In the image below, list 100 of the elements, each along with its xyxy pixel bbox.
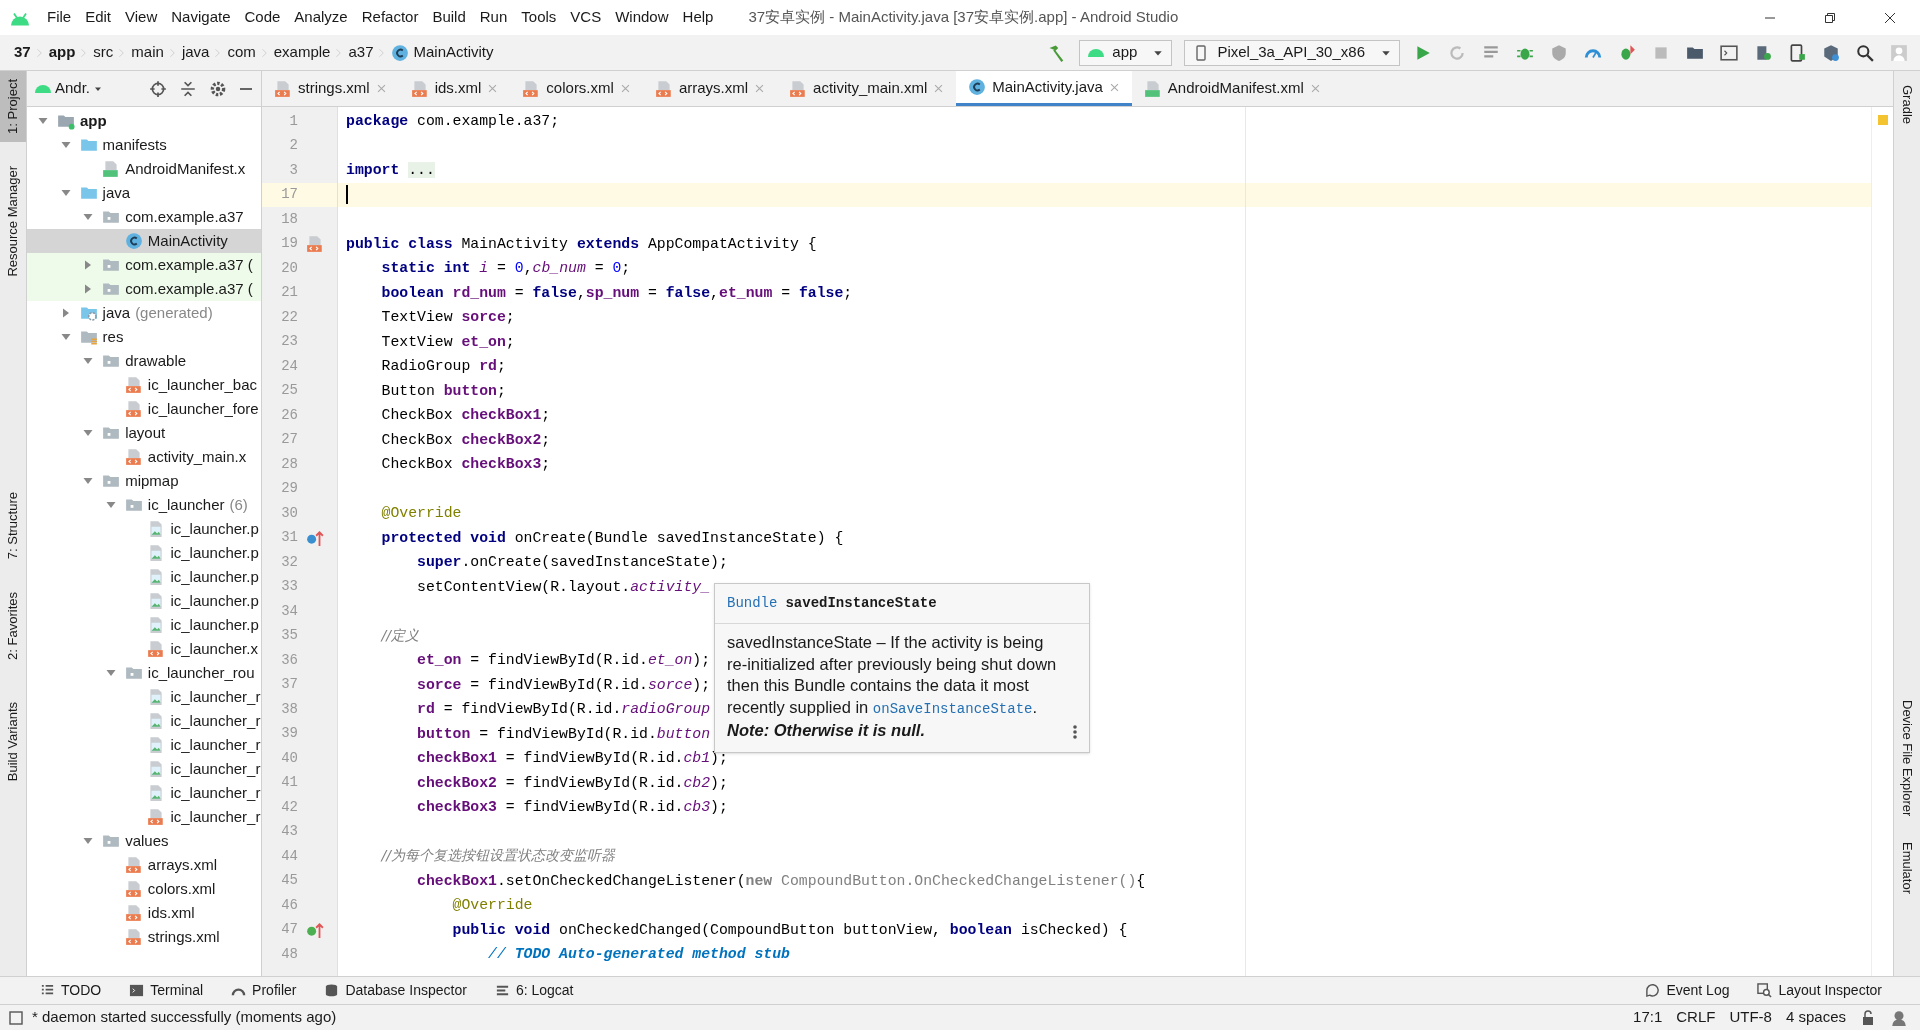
- tool-window-tab[interactable]: Emulator: [1894, 834, 1920, 903]
- tree-item[interactable]: ic_launcher_r: [27, 733, 261, 757]
- menu-item[interactable]: Analyze: [287, 6, 355, 29]
- tool-window-button[interactable]: Profiler: [217, 980, 311, 1001]
- editor-tab[interactable]: strings.xml: [262, 71, 399, 106]
- tool-window-tab[interactable]: Build Variants: [0, 693, 26, 789]
- tool-window-button[interactable]: Layout Inspector: [1743, 980, 1896, 1001]
- indent-setting[interactable]: 4 spaces: [1785, 1006, 1846, 1029]
- tree-item[interactable]: ic_launcher_r: [27, 805, 261, 829]
- tree-item-label: com.example.a37 (: [125, 254, 253, 275]
- breadcrumb[interactable]: MainActivity: [391, 41, 494, 64]
- code-line: public class MainActivity extends AppCompatActivity {: [346, 234, 817, 254]
- device-dropdown[interactable]: Pixel_3a_API_30_x86: [1184, 39, 1400, 66]
- file-encoding[interactable]: UTF-8: [1729, 1006, 1772, 1029]
- lines-icon: [494, 983, 510, 998]
- code-line: import ...: [346, 161, 435, 181]
- tool-window-button[interactable]: Terminal: [115, 980, 218, 1001]
- breadcrumb[interactable]: main: [131, 41, 164, 64]
- tool-window-tab[interactable]: 1: Project: [0, 71, 26, 142]
- breadcrumb[interactable]: com: [227, 41, 256, 64]
- project-view-dropdown[interactable]: Andr.: [35, 77, 103, 100]
- tool-window-button[interactable]: 6: Logcat: [480, 980, 588, 1001]
- tool-window-tab[interactable]: 7: Structure: [0, 484, 26, 568]
- tree-item[interactable]: ic_launcher (6): [27, 493, 261, 517]
- menu-item[interactable]: Code: [237, 6, 288, 29]
- caret-position[interactable]: 17:1: [1633, 1006, 1663, 1029]
- menu-item[interactable]: VCS: [563, 6, 609, 29]
- menu-item[interactable]: Refactor: [354, 6, 426, 29]
- editor-tab[interactable]: AndroidManifest.xml: [1131, 71, 1333, 106]
- tree-item[interactable]: strings.xml: [27, 925, 261, 949]
- tree-item[interactable]: ic_launcher.x: [27, 637, 261, 661]
- tree-item[interactable]: res: [27, 325, 261, 349]
- tool-window-button[interactable]: Event Log: [1631, 980, 1744, 1001]
- tree-item[interactable]: manifests: [27, 133, 261, 157]
- xml-file-icon: [410, 79, 429, 98]
- run-configuration-dropdown[interactable]: app: [1079, 39, 1173, 66]
- menu-item[interactable]: Edit: [78, 6, 119, 29]
- tree-item[interactable]: drawable: [27, 349, 261, 373]
- tree-item-label: java: [102, 182, 131, 203]
- breadcrumb[interactable]: app: [48, 41, 76, 64]
- line-number: 19: [280, 234, 298, 254]
- tree-item[interactable]: ic_launcher.p: [27, 565, 261, 589]
- tool-window-tab[interactable]: Resource Manager: [0, 157, 26, 285]
- tree-item[interactable]: activity_main.x: [27, 445, 261, 469]
- xml-file-icon: [124, 400, 143, 418]
- editor-tab[interactable]: MainActivity.java: [956, 71, 1132, 106]
- doc-link[interactable]: onSaveInstanceState: [872, 700, 1033, 717]
- tool-window-button[interactable]: TODO: [26, 980, 116, 1001]
- menu-item[interactable]: File: [40, 6, 79, 29]
- tree-item-label: com.example.a37: [125, 206, 244, 227]
- tree-item[interactable]: mipmap: [27, 469, 261, 493]
- tool-window-tab[interactable]: 2: Favorites: [0, 583, 26, 668]
- tree-item[interactable]: ic_launcher_r: [27, 757, 261, 781]
- editor-tab[interactable]: colors.xml: [510, 71, 643, 106]
- tree-item[interactable]: arrays.xml: [27, 853, 261, 877]
- tree-item[interactable]: colors.xml: [27, 877, 261, 901]
- tree-item[interactable]: ic_launcher_bac: [27, 373, 261, 397]
- tree-item[interactable]: ic_launcher.p: [27, 613, 261, 637]
- tree-item[interactable]: com.example.a37: [27, 205, 261, 229]
- tool-window-tab[interactable]: Device File Explorer: [1894, 692, 1920, 825]
- tree-item[interactable]: app: [27, 109, 261, 133]
- tree-item[interactable]: ic_launcher.p: [27, 589, 261, 613]
- tree-item[interactable]: AndroidManifest.x: [27, 157, 261, 181]
- tree-item[interactable]: ic_launcher_fore: [27, 397, 261, 421]
- tree-item[interactable]: java: [27, 181, 261, 205]
- tree-item[interactable]: ic_launcher_r: [27, 709, 261, 733]
- editor-tab[interactable]: activity_main.xml: [777, 71, 957, 106]
- tree-item[interactable]: MainActivity: [27, 229, 261, 253]
- tree-item[interactable]: com.example.a37 (: [27, 277, 261, 301]
- menu-item[interactable]: View: [118, 6, 165, 29]
- menu-item[interactable]: Run: [472, 6, 515, 29]
- tree-item[interactable]: values: [27, 829, 261, 853]
- breadcrumb[interactable]: src: [93, 41, 114, 64]
- tree-item[interactable]: ic_launcher_rou: [27, 661, 261, 685]
- line-separator[interactable]: CRLF: [1676, 1006, 1716, 1029]
- menu-item[interactable]: Build: [425, 6, 473, 29]
- tree-item[interactable]: ids.xml: [27, 901, 261, 925]
- tool-window-tab[interactable]: Gradle: [1894, 77, 1920, 133]
- breadcrumb[interactable]: 37: [14, 41, 31, 64]
- menu-item[interactable]: Tools: [514, 6, 564, 29]
- menu-item[interactable]: Help: [675, 6, 721, 29]
- tree-item[interactable]: ic_launcher.p: [27, 541, 261, 565]
- code-line: setContentView(R.layout.activity_: [416, 577, 711, 597]
- tree-item[interactable]: ic_launcher.p: [27, 517, 261, 541]
- tree-item[interactable]: layout: [27, 421, 261, 445]
- hide-icon: [239, 87, 253, 90]
- breadcrumb[interactable]: java: [181, 41, 210, 64]
- editor-tab[interactable]: ids.xml: [398, 71, 511, 106]
- tree-item[interactable]: ic_launcher_r: [27, 685, 261, 709]
- line-number: 36: [280, 650, 298, 670]
- tree-item[interactable]: com.example.a37 (: [27, 253, 261, 277]
- tree-item[interactable]: ic_launcher_r: [27, 781, 261, 805]
- tree-item[interactable]: java (generated): [27, 301, 261, 325]
- breadcrumb[interactable]: a37: [348, 41, 374, 64]
- breadcrumb[interactable]: example: [273, 41, 331, 64]
- tool-window-button[interactable]: Database Inspector: [310, 980, 481, 1001]
- menu-item[interactable]: Navigate: [164, 6, 238, 29]
- menu-item[interactable]: Window: [608, 6, 676, 29]
- editor-tab[interactable]: arrays.xml: [642, 71, 778, 106]
- code-line: Button button;: [380, 381, 506, 401]
